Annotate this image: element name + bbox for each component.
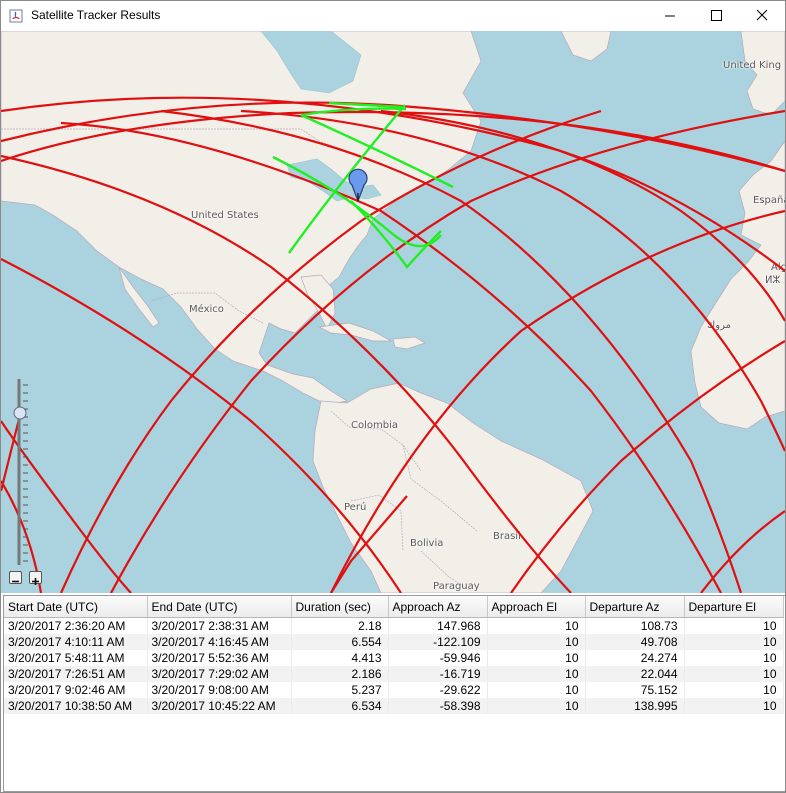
java-app-icon <box>9 9 23 23</box>
cell-approach-el: 10 <box>487 650 586 666</box>
cell-start-date: 3/20/2017 2:36:20 AM <box>4 617 148 634</box>
visible-pass-arc <box>300 113 454 189</box>
map-view[interactable]: United States México Colombia Perú Boliv… <box>1 31 785 593</box>
cell-approach-az: -122.109 <box>388 634 488 650</box>
close-button[interactable] <box>739 1 785 31</box>
ground-track-arc <box>330 209 785 593</box>
table-row[interactable]: 3/20/2017 2:36:20 AM 3/20/2017 2:38:31 A… <box>4 617 784 634</box>
cell-start-date: 3/20/2017 4:10:11 AM <box>4 634 148 650</box>
table-row[interactable]: 3/20/2017 9:02:46 AM 3/20/2017 9:08:00 A… <box>4 682 784 698</box>
cell-approach-el: 10 <box>487 682 586 698</box>
ground-track-arc <box>1 154 572 593</box>
cell-departure-el: 10 <box>684 634 784 650</box>
cell-approach-el: 10 <box>487 634 586 650</box>
cell-departure-az: 22.044 <box>585 666 685 682</box>
ground-track-arc <box>510 340 785 593</box>
cell-approach-el: 10 <box>487 617 586 634</box>
cell-start-date: 3/20/2017 5:48:11 AM <box>4 650 148 666</box>
maximize-icon <box>711 10 722 21</box>
cell-end-date: 3/20/2017 2:38:31 AM <box>147 617 292 634</box>
ground-track-arc <box>160 109 743 593</box>
table-row[interactable]: 3/20/2017 7:26:51 AM 3/20/2017 7:29:02 A… <box>4 666 784 682</box>
cell-departure-az: 24.274 <box>585 650 685 666</box>
map-pin-icon[interactable] <box>348 168 368 203</box>
ground-track-arc <box>1 258 402 593</box>
cell-departure-az: 138.995 <box>585 698 685 714</box>
window-title: Satellite Tracker Results <box>31 8 161 22</box>
cell-start-date: 3/20/2017 10:38:50 AM <box>4 698 148 714</box>
column-header-start-date[interactable]: Start Date (UTC) <box>4 596 148 618</box>
cell-end-date: 3/20/2017 4:16:45 AM <box>147 634 292 650</box>
table-header-row: Start Date (UTC) End Date (UTC) Duration… <box>4 596 784 618</box>
column-header-approach-el[interactable]: Approach El <box>487 596 586 618</box>
cell-duration: 5.237 <box>291 682 389 698</box>
cell-departure-az: 49.708 <box>585 634 685 650</box>
cell-approach-az: -59.946 <box>388 650 488 666</box>
ground-track-arc <box>240 109 785 452</box>
ground-track-overlay <box>1 96 785 593</box>
cell-departure-el: 10 <box>684 682 784 698</box>
pass-results-table[interactable]: Start Date (UTC) End Date (UTC) Duration… <box>3 595 785 792</box>
column-header-approach-az[interactable]: Approach Az <box>388 596 488 618</box>
ground-tracks <box>1 96 785 593</box>
cell-start-date: 3/20/2017 9:02:46 AM <box>4 682 148 698</box>
cell-start-date: 3/20/2017 7:26:51 AM <box>4 666 148 682</box>
cell-departure-el: 10 <box>684 698 784 714</box>
cell-departure-az: 75.152 <box>585 682 685 698</box>
ground-track-arc <box>1 96 785 272</box>
ground-track-arc <box>59 109 602 593</box>
close-icon <box>756 9 768 21</box>
column-header-duration[interactable]: Duration (sec) <box>291 596 389 618</box>
column-header-end-date[interactable]: End Date (UTC) <box>147 596 292 618</box>
table-row[interactable]: 3/20/2017 10:38:50 AM 3/20/2017 10:45:22… <box>4 698 784 714</box>
cell-end-date: 3/20/2017 9:08:00 AM <box>147 682 292 698</box>
zoom-slider-thumb[interactable] <box>13 406 27 420</box>
table-row[interactable]: 3/20/2017 4:10:11 AM 3/20/2017 4:16:45 A… <box>4 634 784 650</box>
cell-approach-az: -58.398 <box>388 698 488 714</box>
zoom-in-button[interactable] <box>29 571 42 585</box>
maximize-button[interactable] <box>693 1 739 31</box>
app-window: Satellite Tracker Results United States … <box>0 0 786 793</box>
ground-track-arc <box>380 109 785 322</box>
minimize-icon <box>665 15 675 17</box>
cell-departure-el: 10 <box>684 666 784 682</box>
zoom-out-button[interactable] <box>9 571 22 584</box>
title-bar[interactable]: Satellite Tracker Results <box>1 1 785 31</box>
column-header-departure-az[interactable]: Departure Az <box>585 596 685 618</box>
cell-duration: 2.186 <box>291 666 389 682</box>
plus-icon <box>32 578 39 585</box>
cell-end-date: 3/20/2017 5:52:36 AM <box>147 650 292 666</box>
cell-departure-el: 10 <box>684 617 784 634</box>
cell-approach-el: 10 <box>487 698 586 714</box>
cell-approach-az: 147.968 <box>388 617 488 634</box>
cell-duration: 6.554 <box>291 634 389 650</box>
ground-track-arc <box>330 495 408 593</box>
cell-approach-az: -29.622 <box>388 682 488 698</box>
cell-approach-el: 10 <box>487 666 586 682</box>
cell-duration: 2.18 <box>291 617 389 634</box>
cell-duration: 4.413 <box>291 650 389 666</box>
cell-end-date: 3/20/2017 10:45:22 AM <box>147 698 292 714</box>
column-header-departure-el[interactable]: Departure El <box>684 596 784 618</box>
cell-approach-az: -16.719 <box>388 666 488 682</box>
minimize-button[interactable] <box>647 1 693 31</box>
results-table: Start Date (UTC) End Date (UTC) Duration… <box>4 596 784 714</box>
minus-icon <box>12 580 19 583</box>
cell-departure-el: 10 <box>684 650 784 666</box>
table-row[interactable]: 3/20/2017 5:48:11 AM 3/20/2017 5:52:36 A… <box>4 650 784 666</box>
cell-end-date: 3/20/2017 7:29:02 AM <box>147 666 292 682</box>
cell-departure-az: 108.73 <box>585 617 685 634</box>
cell-duration: 6.534 <box>291 698 389 714</box>
